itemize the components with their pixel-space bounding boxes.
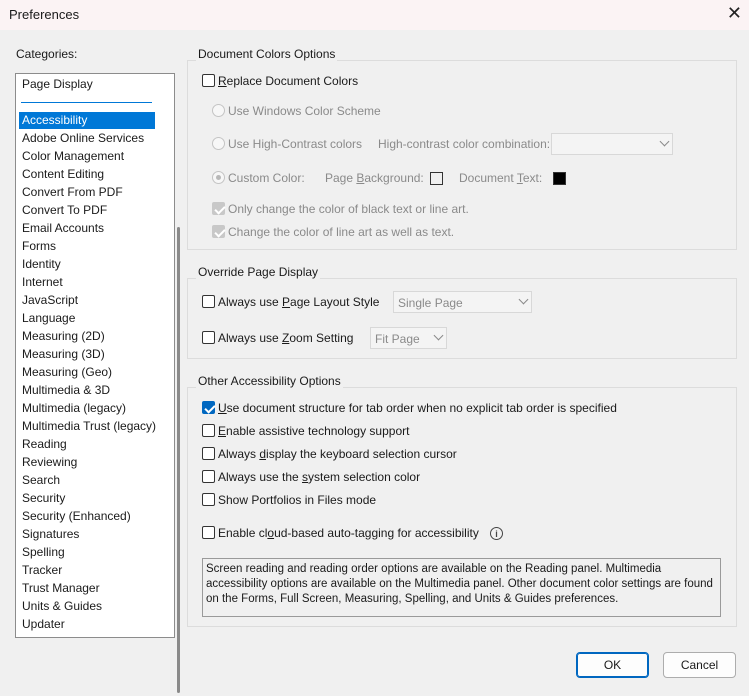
page-background-swatch[interactable] — [430, 172, 443, 185]
assistive-tech-label[interactable]: Enable assistive technology support — [218, 424, 409, 438]
page-layout-value: Single Page — [398, 296, 463, 310]
zoom-setting-value: Fit Page — [375, 332, 420, 346]
list-item[interactable]: Security (Enhanced) — [19, 508, 155, 525]
document-colors-group — [187, 60, 737, 250]
list-item[interactable]: Trust Manager — [19, 580, 155, 597]
cloud-tagging-label[interactable]: Enable cloud-based auto-tagging for acce… — [218, 526, 479, 540]
document-text-swatch[interactable] — [553, 172, 566, 185]
windows-scheme-label[interactable]: Use Windows Color Scheme — [228, 104, 381, 118]
list-item[interactable]: Identity — [19, 256, 155, 273]
document-text-label: Document Text: — [459, 171, 543, 185]
list-item[interactable]: Search — [19, 472, 155, 489]
list-separator — [21, 102, 152, 103]
list-item[interactable]: Internet — [19, 274, 155, 291]
cloud-tagging-checkbox[interactable] — [202, 526, 215, 539]
list-item[interactable]: Email Accounts — [19, 220, 155, 237]
list-item[interactable]: Multimedia & 3D — [19, 382, 155, 399]
chevron-down-icon — [433, 330, 444, 341]
categories-label: Categories: — [16, 47, 78, 61]
high-contrast-radio[interactable] — [212, 137, 225, 150]
page-layout-label[interactable]: Always use Page Layout Style — [218, 295, 379, 309]
list-item[interactable]: Measuring (Geo) — [19, 364, 155, 381]
window-title: Preferences — [9, 7, 80, 22]
portfolios-checkbox[interactable] — [202, 493, 215, 506]
document-colors-title: Document Colors Options — [196, 47, 338, 61]
ok-button[interactable]: OK — [576, 652, 649, 678]
list-item[interactable]: Units & Guides — [19, 598, 155, 615]
other-options-title: Other Accessibility Options — [196, 374, 343, 388]
list-item[interactable]: Reviewing — [19, 454, 155, 471]
list-item[interactable]: Content Editing — [19, 166, 155, 183]
info-icon[interactable]: i — [490, 527, 503, 540]
list-item[interactable]: Tracker — [19, 562, 155, 579]
list-item[interactable]: Signatures — [19, 526, 155, 543]
assistive-tech-checkbox[interactable] — [202, 424, 215, 437]
zoom-setting-label[interactable]: Always use Zoom Setting — [218, 331, 353, 345]
page-layout-checkbox[interactable] — [202, 295, 215, 308]
keyboard-cursor-checkbox[interactable] — [202, 447, 215, 460]
doc-structure-label[interactable]: Use document structure for tab order whe… — [218, 401, 617, 415]
page-layout-select[interactable]: Single Page — [393, 291, 532, 313]
hc-combo-select[interactable] — [551, 133, 673, 155]
zoom-setting-select[interactable]: Fit Page — [370, 327, 447, 349]
portfolios-label[interactable]: Show Portfolios in Files mode — [218, 493, 376, 507]
page-background-label: Page Background: — [325, 171, 424, 185]
list-item[interactable]: Multimedia (legacy) — [19, 400, 155, 417]
line-art-label[interactable]: Change the color of line art as well as … — [228, 225, 454, 239]
list-item[interactable]: Accessibility — [19, 112, 155, 129]
list-item-page-display[interactable]: Page Display — [19, 76, 155, 93]
zoom-setting-checkbox[interactable] — [202, 331, 215, 344]
list-item[interactable]: Forms — [19, 238, 155, 255]
chevron-down-icon — [659, 136, 670, 147]
list-item[interactable]: Convert From PDF — [19, 184, 155, 201]
cancel-button[interactable]: Cancel — [663, 652, 736, 678]
replace-colors-label[interactable]: Replace Document Colors — [218, 74, 358, 88]
hc-combo-label: High-contrast color combination: — [378, 137, 551, 151]
high-contrast-label[interactable]: Use High-Contrast colors — [228, 137, 362, 151]
custom-color-label[interactable]: Custom Color: — [228, 171, 305, 185]
scroll-thumb[interactable] — [177, 227, 180, 693]
list-item[interactable]: Measuring (3D) — [19, 346, 155, 363]
title-bar: Preferences ✕ — [0, 0, 749, 30]
system-color-checkbox[interactable] — [202, 470, 215, 483]
list-item[interactable]: Updater — [19, 616, 155, 633]
override-title: Override Page Display — [196, 265, 321, 279]
custom-color-radio[interactable] — [212, 171, 225, 184]
categories-list[interactable]: Page Display Accessibility Adobe Online S… — [15, 73, 180, 693]
list-item[interactable]: Language — [19, 310, 155, 327]
accessibility-note: Screen reading and reading order options… — [202, 558, 721, 617]
list-item[interactable]: Color Management — [19, 148, 155, 165]
replace-colors-checkbox[interactable] — [202, 74, 215, 87]
list-item[interactable]: Security — [19, 490, 155, 507]
windows-scheme-radio[interactable] — [212, 104, 225, 117]
line-art-checkbox[interactable] — [212, 225, 225, 238]
list-item[interactable]: JavaScript — [19, 292, 155, 309]
close-icon[interactable]: ✕ — [727, 3, 742, 23]
list-item[interactable]: Multimedia Trust (legacy) — [19, 418, 156, 435]
list-item[interactable]: Adobe Online Services — [19, 130, 155, 147]
list-item[interactable]: Convert To PDF — [19, 202, 155, 219]
list-item[interactable]: Measuring (2D) — [19, 328, 155, 345]
list-item[interactable]: Reading — [19, 436, 155, 453]
only-black-checkbox[interactable] — [212, 202, 225, 215]
only-black-label[interactable]: Only change the color of black text or l… — [228, 202, 469, 216]
system-color-label[interactable]: Always use the system selection color — [218, 470, 420, 484]
chevron-down-icon — [518, 294, 529, 305]
categories-scrollbar[interactable] — [177, 151, 180, 693]
doc-structure-checkbox[interactable] — [202, 401, 215, 414]
keyboard-cursor-label[interactable]: Always display the keyboard selection cu… — [218, 447, 457, 461]
list-item[interactable]: Spelling — [19, 544, 155, 561]
